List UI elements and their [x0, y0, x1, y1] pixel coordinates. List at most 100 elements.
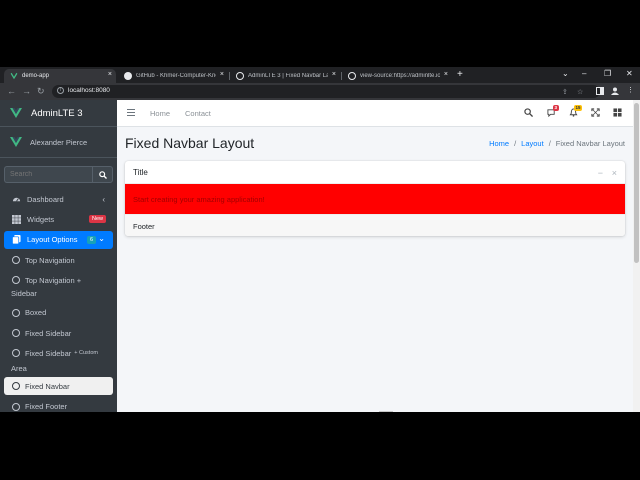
top-navbar: Home Contact 3 15	[117, 100, 640, 127]
info-icon[interactable]: i	[57, 87, 64, 94]
brand-link[interactable]: AdminLTE 3	[0, 100, 117, 127]
chevron-down-icon[interactable]: ⌄	[562, 69, 569, 78]
search-icon[interactable]	[524, 108, 533, 117]
th-icon	[12, 214, 21, 224]
circle-icon	[12, 275, 20, 284]
tab-demo-app[interactable]: demo-app ×	[4, 69, 116, 83]
breadcrumb-separator: /	[548, 139, 551, 148]
sidebar-item-dashboard[interactable]: Dashboard ‹	[4, 190, 113, 208]
breadcrumb-home[interactable]: Home	[489, 139, 509, 148]
page-scrollbar[interactable]	[633, 100, 640, 412]
notifications-badge: 15	[574, 105, 583, 111]
chevron-left-icon: ‹	[102, 194, 105, 204]
user-panel[interactable]: Alexander Pierce	[0, 127, 117, 158]
search-icon	[98, 170, 107, 179]
card: Title − × Start creating your amazing ap…	[125, 161, 625, 236]
breadcrumb-separator: /	[514, 139, 517, 148]
sidebar-item-label-line2: Area	[11, 363, 27, 373]
sidebar-item-fixed-sidebar[interactable]: Fixed Sidebar	[4, 324, 113, 342]
sidebar-item-label: Widgets	[27, 214, 55, 224]
breadcrumb-layout[interactable]: Layout	[521, 139, 544, 148]
new-tab-button[interactable]: +	[457, 69, 463, 80]
sidebar-item-top-navigation-sidebar[interactable]: Top Navigation + Sidebar	[4, 272, 113, 302]
sidebar-item-label: Top Navigation +	[25, 275, 82, 285]
tab-label: view-source:https://adminlte.io/t…	[360, 73, 440, 79]
copy-icon	[12, 235, 21, 245]
profile-icon[interactable]	[611, 87, 619, 95]
tab-close-icon[interactable]: ×	[444, 71, 448, 78]
nav-link-home[interactable]: Home	[150, 109, 170, 118]
card-body-text: Start creating your amazing application!	[133, 195, 265, 204]
maximize-button[interactable]: ❐	[604, 69, 611, 78]
sidebar-item-label: Fixed Navbar	[25, 381, 70, 391]
tab-view-source[interactable]: view-source:https://adminlte.io/t… ×	[342, 69, 452, 83]
share-icon[interactable]: ⇪	[562, 88, 568, 96]
fullscreen-icon[interactable]	[591, 108, 600, 117]
sidebar-item-boxed[interactable]: Boxed	[4, 304, 113, 322]
sidebar-item-label: Fixed Sidebar	[25, 328, 72, 338]
circle-icon	[12, 329, 20, 338]
messages-badge: 3	[553, 105, 559, 111]
browser-window: demo-app × GitHub - Khmer-Computer-Kno… …	[0, 67, 640, 412]
divider	[379, 411, 393, 412]
tab-github[interactable]: GitHub - Khmer-Computer-Kno… ×	[118, 69, 228, 83]
sidebar-item-small-label: + Custom	[74, 350, 98, 357]
scrollbar-thumb[interactable]	[634, 103, 639, 263]
card-footer-text: Footer	[133, 222, 155, 231]
collapse-button[interactable]: −	[598, 168, 603, 178]
user-avatar	[10, 137, 22, 147]
sidebar-item-fixed-footer[interactable]: Fixed Footer	[4, 398, 113, 412]
sidebar-item-layout-options[interactable]: Layout Options 6 ⌄	[4, 230, 113, 249]
back-button[interactable]: ←	[7, 86, 16, 96]
bookmark-star-icon[interactable]: ☆	[577, 88, 583, 96]
grid-apps-icon[interactable]	[613, 108, 622, 117]
omnibox[interactable]: i localhost:8080 ⇪ ☆	[52, 85, 600, 98]
user-name: Alexander Pierce	[30, 137, 88, 147]
tab-label: GitHub - Khmer-Computer-Kno…	[136, 73, 216, 79]
sidebar-item-label: Layout Options	[27, 235, 78, 245]
content-wrapper: Fixed Navbar Layout Home / Layout / Fixed Na…	[117, 127, 640, 412]
tab-label: AdminLTE 3 | Fixed Navbar Layo…	[248, 73, 328, 79]
side-panel-icon[interactable]	[596, 87, 604, 95]
circle-icon	[12, 348, 20, 357]
circle-icon	[12, 402, 20, 411]
sidebar-search	[4, 166, 113, 183]
sidebar-item-top-navigation[interactable]: Top Navigation	[4, 251, 113, 269]
tab-close-icon[interactable]: ×	[108, 71, 112, 78]
minimize-button[interactable]: –	[582, 69, 586, 78]
sidebar: AdminLTE 3 Alexander Pierce Dashboard ‹ …	[0, 100, 117, 412]
sidebar-menu: Dashboard ‹ Widgets New Layout Options 6…	[4, 190, 113, 412]
tab-close-icon[interactable]: ×	[332, 71, 336, 78]
search-input[interactable]	[4, 166, 92, 183]
chevron-down-icon: ⌄	[98, 233, 105, 243]
tab-strip: demo-app × GitHub - Khmer-Computer-Kno… …	[0, 67, 640, 83]
tab-adminlte[interactable]: AdminLTE 3 | Fixed Navbar Layo… ×	[230, 69, 340, 83]
reload-button[interactable]: ↻	[37, 86, 45, 97]
globe-icon	[236, 72, 244, 80]
sidebar-item-label: Dashboard	[27, 194, 64, 204]
page-title: Fixed Navbar Layout	[125, 135, 255, 151]
address-bar: ← → ↻ i localhost:8080 ⇪ ☆ ⋮	[0, 83, 640, 100]
hamburger-menu-icon[interactable]	[127, 109, 135, 116]
brand-text: AdminLTE 3	[31, 107, 83, 119]
sidebar-item-label-line2: Sidebar	[11, 288, 37, 298]
tab-label: demo-app	[22, 73, 50, 79]
url-text: localhost:8080	[68, 87, 110, 94]
sidebar-item-fixed-sidebar-custom-area[interactable]: Fixed Sidebar + Custom Area	[4, 345, 113, 375]
new-badge: New	[88, 215, 106, 224]
nav-link-contact[interactable]: Contact	[185, 109, 211, 118]
sidebar-item-fixed-navbar[interactable]: Fixed Navbar	[4, 377, 113, 396]
remove-button[interactable]: ×	[612, 168, 617, 178]
github-icon	[124, 72, 132, 80]
vue-logo-icon	[10, 72, 18, 80]
sidebar-item-widgets[interactable]: Widgets New	[4, 210, 113, 228]
globe-icon	[348, 72, 356, 80]
forward-button[interactable]: →	[22, 86, 31, 96]
tab-close-icon[interactable]: ×	[220, 71, 224, 78]
close-window-button[interactable]: ✕	[626, 69, 633, 78]
circle-icon	[12, 308, 20, 317]
card-title: Title	[133, 168, 148, 177]
search-button[interactable]	[92, 166, 113, 183]
more-menu-icon[interactable]: ⋮	[627, 86, 634, 94]
sidebar-item-label: Fixed Sidebar	[25, 348, 72, 358]
